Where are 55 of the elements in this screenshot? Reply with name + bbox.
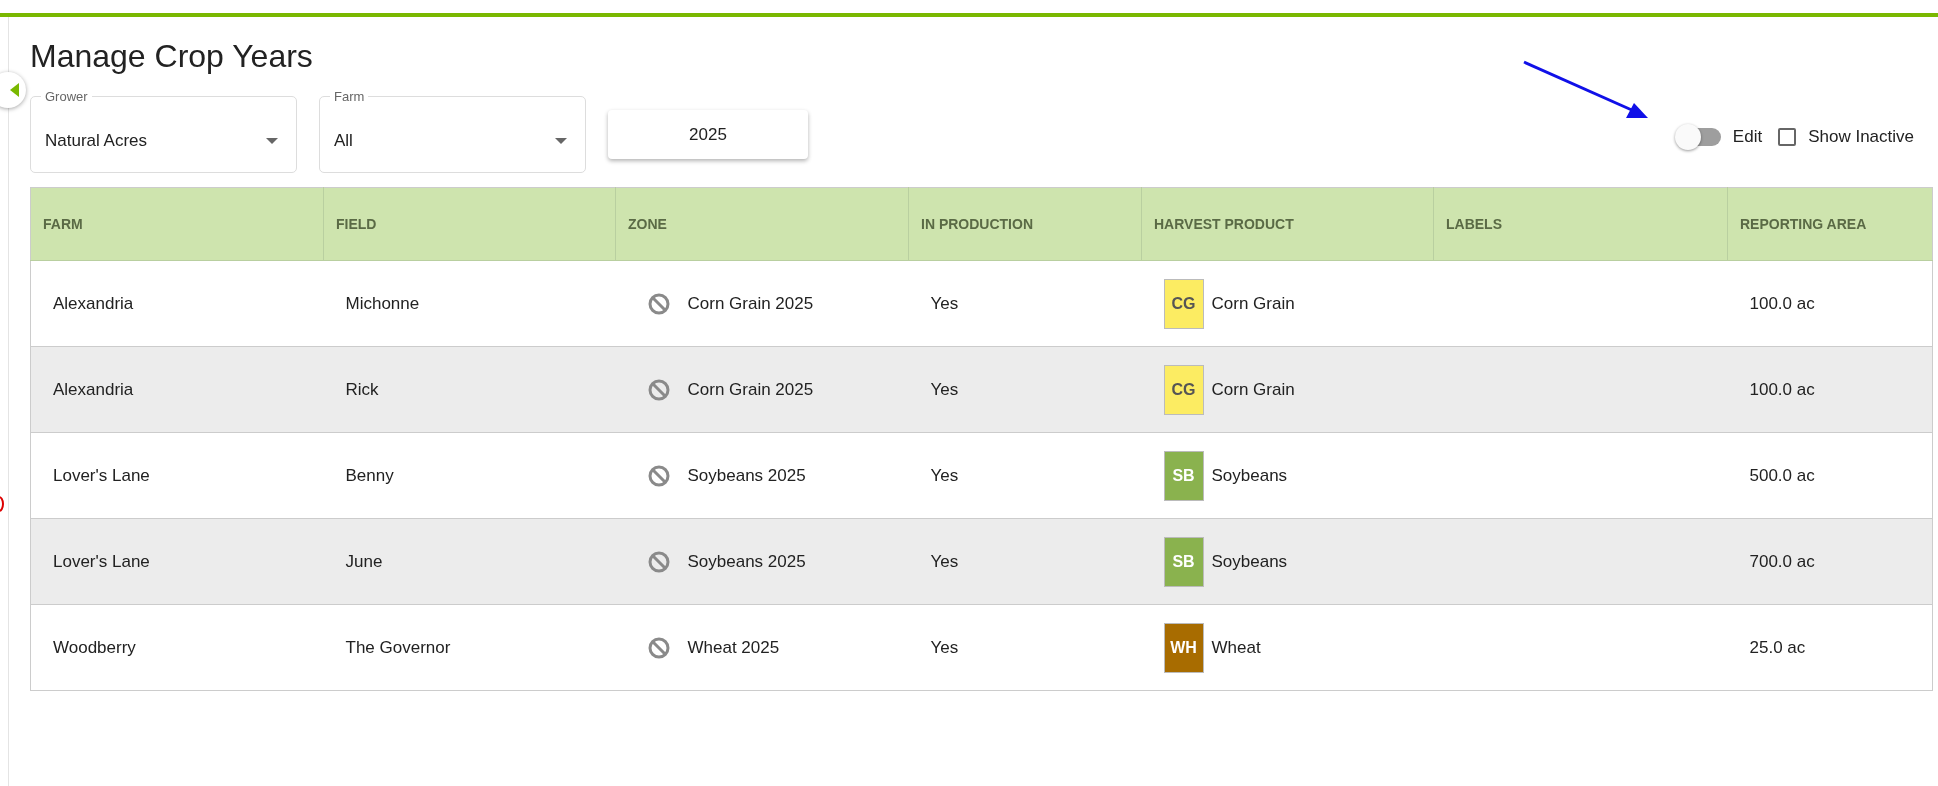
- page-title: Manage Crop Years: [30, 37, 314, 76]
- table-cell: Wheat 2025: [687, 637, 780, 658]
- blocked-icon: [647, 378, 670, 401]
- table-cell: Lover's Lane: [30, 518, 324, 605]
- table-cell: 100.0 ac: [1727, 346, 1933, 433]
- column-header[interactable]: IN PRODUCTION: [908, 187, 1142, 261]
- table-cell: 25.0 ac: [1727, 604, 1933, 691]
- dropdown-caret-icon: [266, 137, 278, 144]
- column-header[interactable]: ZONE: [615, 187, 909, 261]
- table-cell: June: [323, 518, 616, 605]
- column-header[interactable]: HARVEST PRODUCT: [1141, 187, 1434, 261]
- table-cell: Woodberry: [30, 604, 324, 691]
- edit-toggle[interactable]: [1674, 125, 1721, 148]
- table-cell: Lover's Lane: [30, 432, 324, 519]
- table-cell: 700.0 ac: [1727, 518, 1933, 605]
- table-cell: Benny: [323, 432, 616, 519]
- product-badge: WH: [1163, 622, 1204, 673]
- blocked-icon: [647, 636, 670, 659]
- table-cell: The Governor: [323, 604, 616, 691]
- product-badge: CG: [1163, 364, 1204, 415]
- table-cell: Alexandria: [30, 260, 324, 347]
- column-header[interactable]: FIELD: [323, 187, 616, 261]
- table-cell: Soybeans 2025: [687, 465, 806, 486]
- table-cell: Yes: [908, 604, 1142, 691]
- table-cell: Corn Grain 2025: [687, 293, 814, 314]
- table-cell: Soybeans 2025: [687, 551, 806, 572]
- table-cell: Yes: [908, 260, 1142, 347]
- column-header[interactable]: LABELS: [1433, 187, 1728, 261]
- column-header[interactable]: FARM: [30, 187, 324, 261]
- year-button[interactable]: 2025: [608, 110, 808, 159]
- table-cell: Rick: [323, 346, 616, 433]
- product-badge: SB: [1163, 536, 1204, 587]
- product-badge: CG: [1163, 278, 1204, 329]
- blocked-icon: [647, 464, 670, 487]
- edit-label: Edit: [1732, 126, 1763, 147]
- table-cell: Corn Grain: [1211, 293, 1295, 314]
- collapse-button[interactable]: [0, 72, 26, 108]
- table-cell: Yes: [908, 518, 1142, 605]
- table-cell: Corn Grain 2025: [687, 379, 814, 400]
- table-cell: Corn Grain: [1211, 379, 1295, 400]
- product-badge: SB: [1163, 450, 1204, 501]
- table-cell: 100.0 ac: [1727, 260, 1933, 347]
- table-cell: 500.0 ac: [1727, 432, 1933, 519]
- dropdown-caret-icon: [555, 137, 567, 144]
- table-cell: Wheat: [1211, 637, 1261, 658]
- table-cell: Soybeans: [1211, 465, 1288, 486]
- blocked-icon: [647, 550, 670, 573]
- column-header[interactable]: REPORTING AREA: [1727, 187, 1933, 261]
- table-cell: Yes: [908, 346, 1142, 433]
- table-cell: Michonne: [323, 260, 616, 347]
- table-cell: Yes: [908, 432, 1142, 519]
- table-cell: Soybeans: [1211, 551, 1288, 572]
- show-inactive-label: Show Inactive: [1808, 126, 1914, 147]
- table-cell: Alexandria: [30, 346, 324, 433]
- blocked-icon: [647, 292, 670, 315]
